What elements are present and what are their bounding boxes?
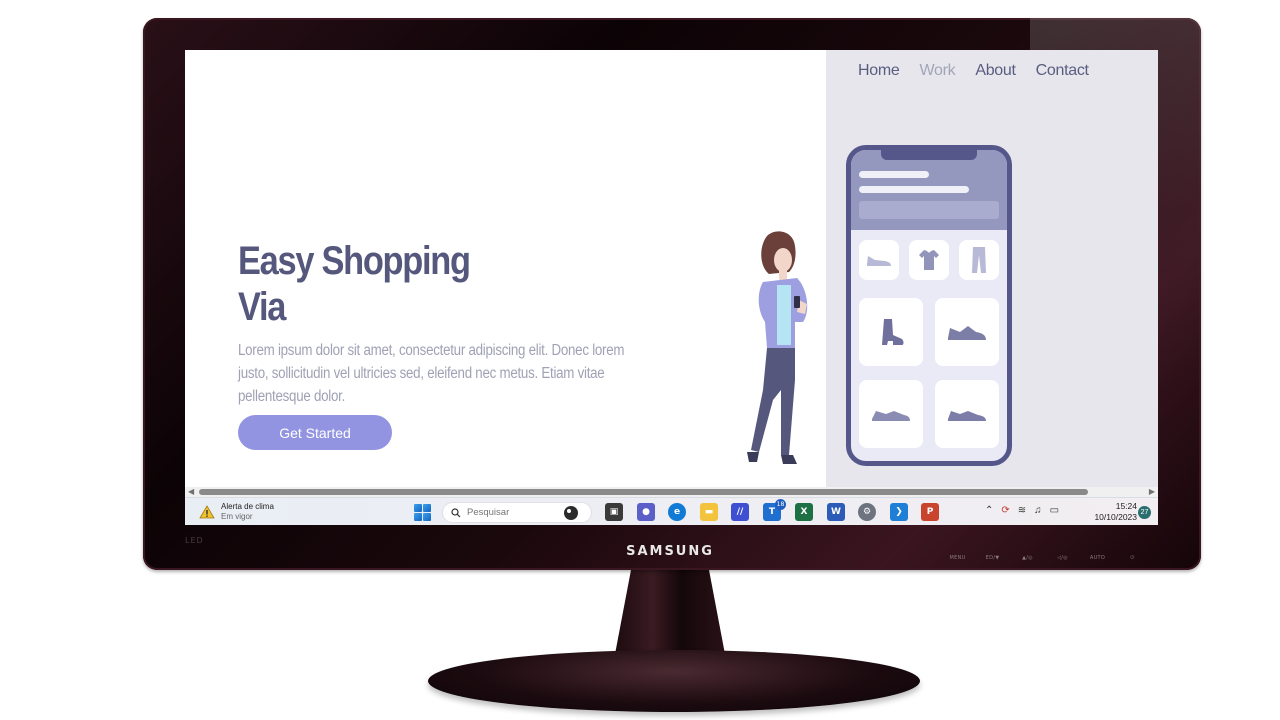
scroll-right-arrow-icon[interactable]: ▶ [1149,487,1155,497]
phone-search-bar [859,201,999,219]
nav-work[interactable]: Work [919,62,955,80]
weather-alert-icon [199,505,215,519]
monitor-button-up[interactable]: ▲/◎ [1010,555,1045,561]
wifi-icon[interactable]: ≋ [1018,505,1026,516]
system-tray: ⌃ ⟳ ≋ ♫ ▭ [985,505,1059,516]
nav-contact[interactable]: Contact [1036,62,1089,80]
monitor-screen: Home Work About Contact Easy Shopping Vi… [185,50,1158,525]
monitor-button-down[interactable]: ED/▼ [975,555,1010,561]
taskbar-clock[interactable]: 15:24 10/10/2023 [1085,501,1137,523]
weather-widget[interactable]: Alerta de clima Em vigor [199,502,274,522]
monitor-brand: SAMSUNG [626,544,714,559]
volume-icon[interactable]: ♫ [1034,505,1042,516]
shoe-icon [935,380,999,448]
pants-icon [959,240,999,280]
hero-title: Easy Shopping Via [238,238,582,330]
phone-header [851,150,1007,230]
vs-studio-icon[interactable]: ∕∕ [731,503,749,521]
search-icon [451,507,461,517]
battery-icon[interactable]: ▭ [1050,505,1059,516]
task-view-icon[interactable]: ▣ [605,503,623,521]
nav-home[interactable]: Home [858,62,900,80]
monitor-button-menu[interactable]: MENU [940,555,975,561]
powerpoint-icon[interactable]: P [921,503,939,521]
file-explorer-icon[interactable]: ▬ [700,503,718,521]
monitor-stand-base [428,650,920,712]
phone-notch [881,150,977,160]
scrollbar-thumb[interactable] [199,489,1088,495]
hero-title-line2: Via [238,285,286,329]
tshirt-icon [909,240,949,280]
main-nav: Home Work About Contact [858,62,1109,80]
teams-notification-badge: 18 [775,499,786,510]
monitor-button-auto[interactable]: AUTO [1080,555,1115,561]
weather-subtitle: Em vigor [221,512,253,521]
get-started-button[interactable]: Get Started [238,415,392,450]
phone-illustration [846,145,1012,466]
phone-text-line [859,171,929,178]
monitor-buttons: MENU ED/▼ ▲/◎ ◁/◎ AUTO ⏻ [940,555,1150,561]
sneaker-icon [935,298,999,366]
search-input[interactable] [467,507,557,518]
windows-taskbar: Alerta de clima Em vigor ▣ ● e ▬ ∕∕ T 18 [185,497,1158,525]
teams-chat-icon[interactable]: ● [637,503,655,521]
hero-title-line1: Easy Shopping [238,239,471,283]
monitor-power-button[interactable]: ⏻ [1115,555,1150,561]
sync-icon[interactable]: ⟳ [1001,505,1009,516]
teams-icon[interactable]: T 18 [763,499,786,521]
vscode-icon[interactable]: ❯ [890,503,908,521]
boot-icon [859,298,923,366]
weather-title: Alerta de clima [221,502,274,511]
edge-browser-icon[interactable]: e [668,503,686,521]
hero-paragraph: Lorem ipsum dolor sit amet, consectetur … [238,342,625,405]
monitor-button-source[interactable]: ◁/◎ [1045,555,1080,561]
windows-start-icon[interactable] [414,504,431,521]
taskbar-search[interactable] [442,502,592,523]
clock-date: 10/10/2023 [1094,512,1137,522]
notification-count-badge[interactable]: 27 [1138,506,1151,519]
sneaker-icon [859,240,899,280]
scroll-left-arrow-icon[interactable]: ◀ [188,487,194,497]
horizontal-scrollbar[interactable]: ◀ ▶ [185,487,1158,497]
phone-text-line [859,186,969,193]
clock-time: 15:24 [1115,501,1137,511]
shopper-illustration [747,231,808,464]
settings-gear-icon[interactable]: ⚙ [858,503,876,521]
website-page: Home Work About Contact Easy Shopping Vi… [185,50,1158,487]
led-label: LED [185,536,204,545]
word-icon[interactable]: W [827,503,845,521]
excel-icon[interactable]: X [795,503,813,521]
chevron-up-icon[interactable]: ⌃ [985,505,993,516]
shoe-icon [859,380,923,448]
nav-about[interactable]: About [975,62,1016,80]
search-highlight-icon [564,505,578,520]
